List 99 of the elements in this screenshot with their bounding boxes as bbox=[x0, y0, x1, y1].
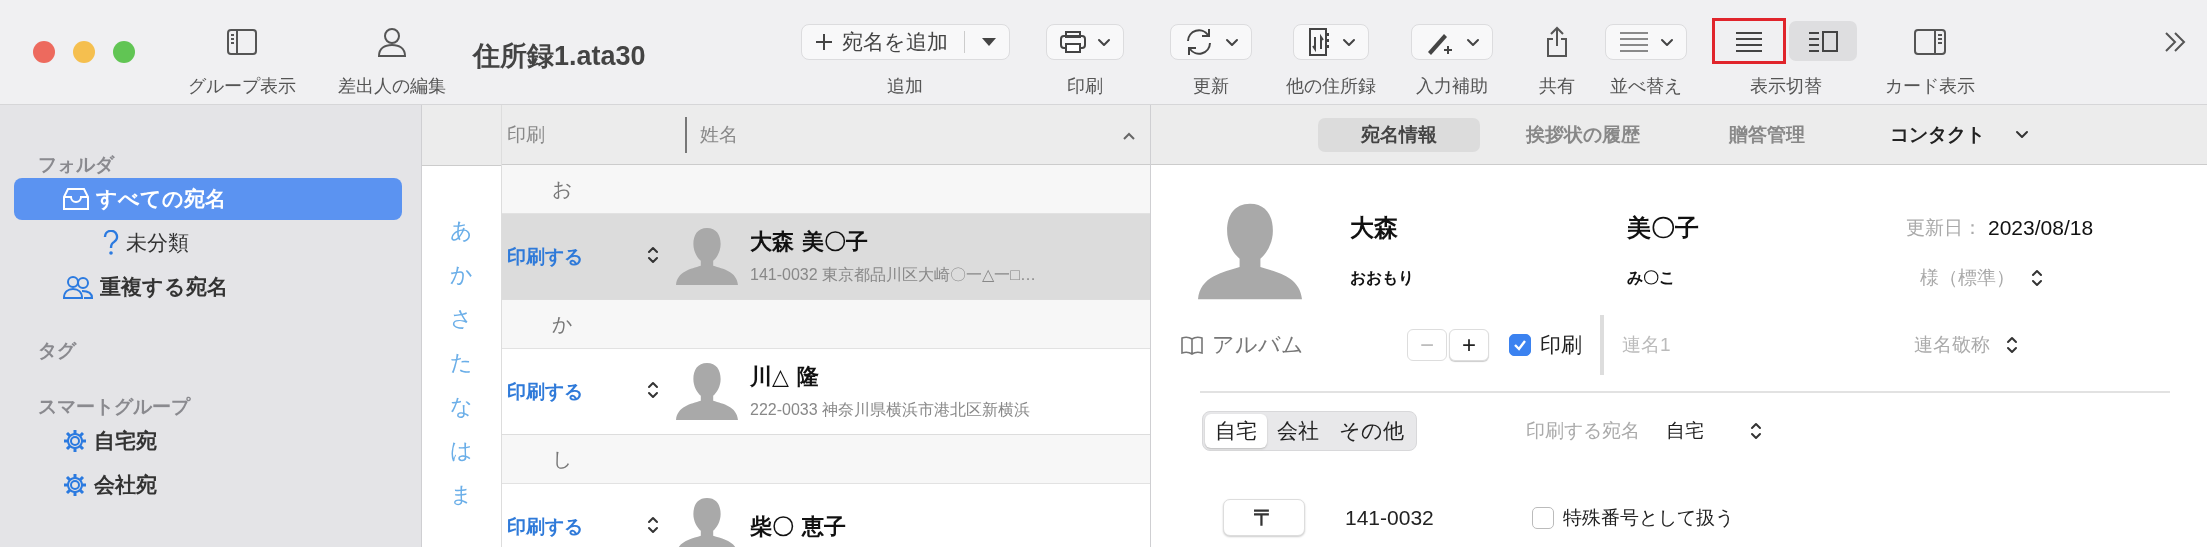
checkbox-label: 印刷 bbox=[1540, 332, 1582, 358]
toolbar-label: 差出人の編集 bbox=[338, 75, 446, 98]
group-heading: お bbox=[552, 176, 572, 202]
print-status: 印刷する bbox=[507, 514, 584, 539]
book-icon[interactable] bbox=[1180, 335, 1204, 355]
updated-label: 更新日： bbox=[1906, 216, 1982, 240]
toolbar-label: 表示切替 bbox=[1750, 75, 1822, 98]
sort-button[interactable] bbox=[1605, 24, 1687, 60]
section-heading: タグ bbox=[38, 339, 78, 363]
contact-menu-tab[interactable]: コンタクト bbox=[1890, 117, 2029, 152]
up-down-chevron-icon[interactable] bbox=[1750, 421, 1762, 441]
section-heading: フォルダ bbox=[38, 153, 116, 177]
group-heading: し bbox=[552, 446, 572, 472]
gear-icon bbox=[62, 472, 88, 498]
toolbar-label: 他の住所録 bbox=[1286, 75, 1376, 98]
postal-code-button[interactable]: 〒 bbox=[1223, 499, 1305, 536]
lines-icon bbox=[1618, 31, 1650, 53]
last-name: 大森 bbox=[1350, 212, 1399, 244]
address-type-segment[interactable]: 自宅 bbox=[1205, 414, 1267, 448]
sync-button[interactable] bbox=[1170, 24, 1252, 60]
overflow-chevrons-icon[interactable] bbox=[2163, 30, 2187, 54]
print-address-value[interactable]: 自宅 bbox=[1666, 418, 1750, 444]
toolbar-label: カード表示 bbox=[1885, 75, 1975, 98]
sort-ascending-caret-icon[interactable] bbox=[1122, 131, 1136, 141]
avatar-silhouette-icon bbox=[676, 498, 738, 547]
up-down-chevron-icon[interactable] bbox=[647, 244, 659, 265]
window-title: 住所録1.ata30 bbox=[473, 40, 647, 73]
toolbar-label: 更新 bbox=[1193, 75, 1229, 98]
toolbar-label: 並べ替え bbox=[1610, 75, 1682, 98]
close-window-button[interactable] bbox=[33, 41, 55, 63]
section-heading: スマートグループ bbox=[38, 395, 192, 419]
address-type-segment[interactable]: その他 bbox=[1329, 414, 1414, 448]
inbox-icon bbox=[62, 187, 90, 211]
chevron-down-icon bbox=[1225, 37, 1239, 47]
avatar-silhouette-icon bbox=[676, 228, 738, 285]
list-view-icon[interactable] bbox=[1734, 30, 1764, 52]
sidebar-item[interactable]: 自宅宛 bbox=[14, 420, 402, 462]
toolbar-label: 印刷 bbox=[1067, 75, 1103, 98]
tab[interactable]: 宛名情報 bbox=[1318, 117, 1480, 152]
chevron-down-icon bbox=[1466, 37, 1480, 47]
view-segment[interactable] bbox=[1789, 21, 1857, 61]
group-heading: か bbox=[552, 311, 572, 337]
honorific-value: 様（標準） bbox=[1920, 266, 2015, 290]
toolbar-label: グループ表示 bbox=[188, 75, 296, 98]
avatar-silhouette-icon bbox=[1198, 203, 1302, 300]
sidebar-item[interactable]: 会社宛 bbox=[14, 464, 402, 506]
joint-name-field[interactable]: 連名1 bbox=[1622, 334, 1892, 356]
last-name-reading: おおもり bbox=[1350, 267, 1415, 288]
contact-address: 222-0033 神奈川県横浜市港北区新横浜 bbox=[750, 400, 1031, 420]
checkbox[interactable] bbox=[1509, 334, 1531, 356]
contact-name: 大森 美〇子 bbox=[750, 227, 869, 256]
question-mark-icon bbox=[102, 230, 120, 256]
person-icon[interactable] bbox=[376, 26, 408, 58]
up-down-chevron-icon[interactable] bbox=[2031, 268, 2043, 288]
contact-row[interactable]: 印刷する 柴〇 恵子 bbox=[502, 484, 1150, 547]
chevron-down-icon bbox=[1097, 37, 1111, 47]
first-name-reading: み〇こ bbox=[1627, 267, 1676, 288]
checkmark-icon bbox=[1513, 339, 1527, 351]
up-down-chevron-icon[interactable] bbox=[647, 379, 659, 400]
gear-icon bbox=[62, 428, 88, 454]
plus-icon bbox=[813, 32, 834, 52]
print-status: 印刷する bbox=[507, 244, 584, 269]
add-contact-button[interactable]: 宛名を追加 bbox=[800, 24, 1010, 60]
list-detail-view-icon[interactable] bbox=[1807, 30, 1839, 52]
chevron-down-icon bbox=[2015, 130, 2029, 139]
sidebar-item[interactable]: 重複する宛名 bbox=[14, 266, 402, 308]
joint-honorific-value: 連名敬称 bbox=[1914, 333, 1990, 357]
chevron-down-icon bbox=[1660, 37, 1674, 47]
first-name: 美〇子 bbox=[1627, 212, 1700, 244]
printer-icon bbox=[1059, 30, 1087, 54]
album-label: アルバム bbox=[1212, 331, 1304, 359]
address-type-segment[interactable]: 会社 bbox=[1267, 414, 1329, 448]
dropdown-triangle-icon[interactable] bbox=[980, 37, 997, 47]
card-panel-icon[interactable] bbox=[1913, 28, 1947, 56]
toolbar-label: 追加 bbox=[887, 75, 923, 98]
chevron-down-icon bbox=[1342, 37, 1356, 47]
share-icon[interactable] bbox=[1545, 26, 1569, 58]
toolbar-label: 共有 bbox=[1539, 75, 1575, 98]
up-down-chevron-icon[interactable] bbox=[2006, 335, 2018, 355]
contact-name: 柴〇 恵子 bbox=[750, 511, 846, 541]
toolbar-label: 入力補助 bbox=[1416, 75, 1488, 98]
address-type-segmented-control[interactable]: 自宅 会社 その他 bbox=[1202, 411, 1417, 451]
up-down-chevron-icon[interactable] bbox=[647, 514, 659, 535]
addressbooks-button[interactable] bbox=[1293, 24, 1369, 60]
print-address-label: 印刷する宛名 bbox=[1526, 419, 1640, 443]
avatar-silhouette-icon bbox=[676, 363, 738, 420]
address-book-icon bbox=[1306, 27, 1332, 57]
pen-button[interactable] bbox=[1411, 24, 1493, 60]
postal-code: 141-0032 bbox=[1345, 505, 1435, 530]
people-icon bbox=[62, 274, 94, 300]
print-status: 印刷する bbox=[507, 379, 584, 404]
updated-date: 2023/08/18 bbox=[1988, 216, 2094, 240]
increment-button[interactable]: + bbox=[1449, 329, 1489, 361]
sidebar-item[interactable]: 未分類 bbox=[14, 222, 402, 264]
checkbox-label: 特殊番号として扱う bbox=[1563, 505, 1734, 530]
printer-button[interactable] bbox=[1046, 24, 1124, 60]
contact-name: 川△ 隆 bbox=[750, 362, 820, 391]
checkbox[interactable] bbox=[1532, 506, 1554, 529]
sidebar-icon[interactable] bbox=[226, 28, 258, 56]
